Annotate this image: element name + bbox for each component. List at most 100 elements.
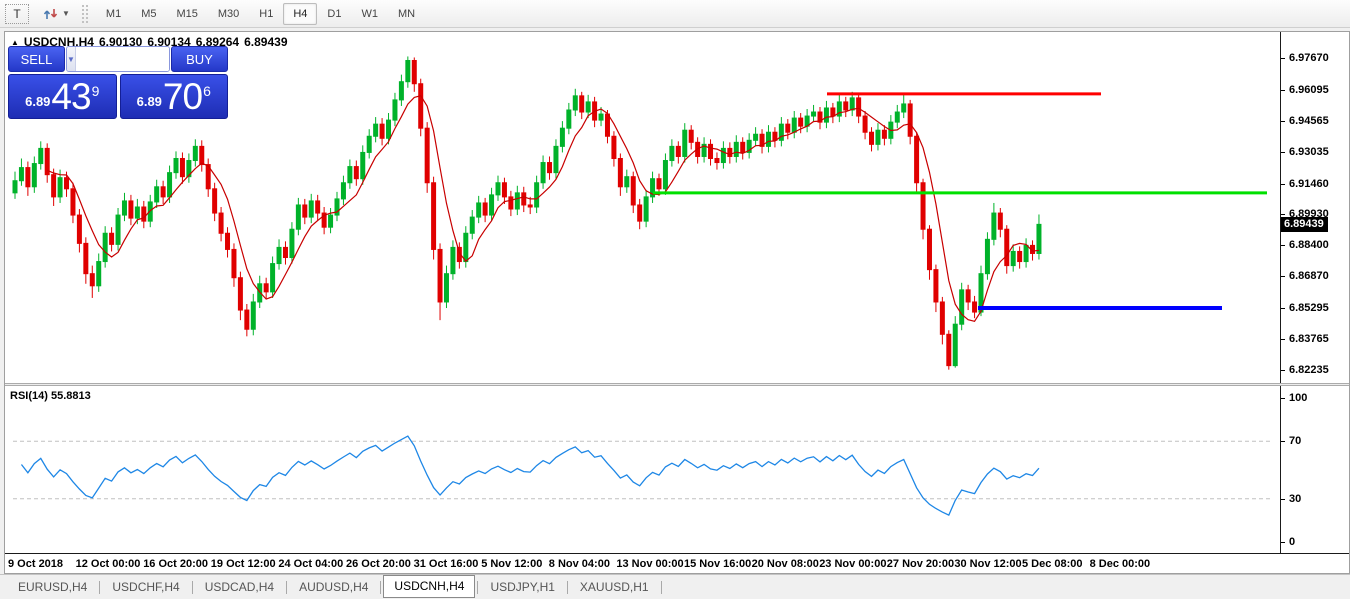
top-toolbar: T ▼ M1M5M15M30H1H4D1W1MN [0,0,1350,28]
bull-candle [985,239,989,273]
rsi-name: RSI(14) [10,390,48,402]
bull-candle [953,324,957,365]
date-axis-label: 12 Oct 00:00 [76,558,141,570]
timeframe-button-m15[interactable]: M15 [166,3,207,25]
price-axis[interactable]: 6.89439 6.976706.960956.945656.930356.91… [1281,32,1349,383]
volume-decrease-button[interactable]: ▼ [67,47,76,71]
bear-candle [689,130,693,142]
bear-candle [927,229,931,269]
bull-candle [470,217,474,233]
bull-candle [39,148,43,163]
bull-candle [399,82,403,100]
buy-button[interactable]: BUY [171,46,228,72]
bear-candle [940,302,944,334]
price-tick-mark [1281,245,1285,246]
bull-candle [850,98,854,110]
date-axis[interactable]: 9 Oct 201812 Oct 00:0016 Oct 20:0019 Oct… [5,554,1350,574]
timeframe-button-h1[interactable]: H1 [249,3,283,25]
bull-candle [586,102,590,112]
bear-candle [303,205,307,217]
bear-candle [882,130,886,138]
symbol-tab-bar: EURUSD,H4USDCHF,H4 USDCAD,H4AUDUSD,H4USDC… [0,574,1350,599]
bear-candle [161,187,165,197]
timeframe-button-m1[interactable]: M1 [96,3,131,25]
bull-candle [477,203,481,217]
tab-separator [380,581,381,594]
bear-candle [857,98,861,116]
bull-candle [812,112,816,116]
bear-candle [915,136,919,182]
bull-candle [444,274,448,302]
rsi-indicator-pane[interactable]: RSI(14) 55.8813 [5,386,1281,553]
bear-candle [84,243,88,273]
price-tick-mark [1281,121,1285,122]
symbol-tab-usdjpy[interactable]: USDJPY,H1 [480,576,564,599]
bear-candle [226,233,230,249]
price-axis-label: 6.93035 [1289,146,1329,158]
timeframe-button-w1[interactable]: W1 [351,3,388,25]
bull-candle [960,290,964,324]
timeframe-button-m30[interactable]: M30 [208,3,249,25]
rsi-axis[interactable]: 10070300 [1281,386,1349,553]
price-tick-mark [1281,308,1285,309]
bull-candle [290,229,294,257]
sell-price-point: 9 [92,83,100,99]
bear-candle [638,205,642,221]
bull-candle [1024,245,1028,261]
symbol-tab-xauusd[interactable]: XAUUSD,H1 [570,576,659,599]
bull-candle [13,181,17,193]
buy-price-display[interactable]: 6.89 70 6 [120,74,229,119]
bull-candle [277,247,281,263]
bear-candle [432,183,436,250]
bear-candle [354,167,358,179]
bear-candle [908,104,912,136]
bull-candle [116,215,120,244]
dropdown-caret-icon: ▼ [62,9,70,18]
symbol-tab-audusd[interactable]: AUDUSD,H4 [289,576,378,599]
bear-candle [799,118,803,126]
symbol-tab-eurusd[interactable]: EURUSD,H4 [8,576,97,599]
bear-candle [65,178,69,189]
price-axis-label: 6.83765 [1289,333,1329,345]
timeframe-button-m5[interactable]: M5 [131,3,166,25]
sell-price-prefix: 6.89 [25,94,50,109]
bull-candle [902,104,906,112]
bear-candle [548,163,552,173]
price-tick-mark [1281,90,1285,91]
date-axis-label: 5 Nov 12:00 [481,558,542,570]
date-axis-label: 13 Nov 00:00 [616,558,683,570]
bear-candle [528,205,532,207]
bear-candle [973,302,977,312]
bull-candle [135,207,139,218]
price-tick-mark [1281,184,1285,185]
bull-candle [496,183,500,195]
symbol-tab-usdchf[interactable]: USDCHF,H4 [102,576,189,599]
rsi-line [21,436,1039,515]
symbol-tab-usdcad[interactable]: USDCAD,H4 [195,576,284,599]
symbol-tab-usdcnh[interactable]: USDCNH,H4 [383,575,475,598]
bear-candle [773,132,777,140]
toolbar-drag-handle[interactable] [82,5,88,23]
rsi-axis-label: 70 [1289,435,1301,447]
bull-candle [387,120,391,138]
timeframe-button-d1[interactable]: D1 [317,3,351,25]
bear-candle [715,158,719,162]
bull-candle [464,233,468,261]
bear-candle [200,146,204,164]
volume-input[interactable] [76,47,170,71]
bull-candle [567,110,571,128]
date-axis-label: 8 Nov 04:00 [549,558,610,570]
timeframe-button-h4[interactable]: H4 [283,3,317,25]
bear-candle [605,114,609,136]
sell-button[interactable]: SELL [8,46,65,72]
sell-price-display[interactable]: 6.89 43 9 [8,74,117,119]
main-price-chart[interactable]: ▲ USDCNH,H4 6.90130 6.90134 6.89264 6.89… [5,32,1281,383]
text-label-tool-button[interactable]: T [5,4,29,24]
bull-candle [155,187,159,202]
bull-candle [766,132,770,146]
timeframe-button-mn[interactable]: MN [388,3,425,25]
quick-trade-arrows-button[interactable]: ▼ [39,5,74,23]
bear-candle [316,201,320,213]
rsi-chart-canvas[interactable] [5,386,1281,553]
bull-candle [573,96,577,110]
